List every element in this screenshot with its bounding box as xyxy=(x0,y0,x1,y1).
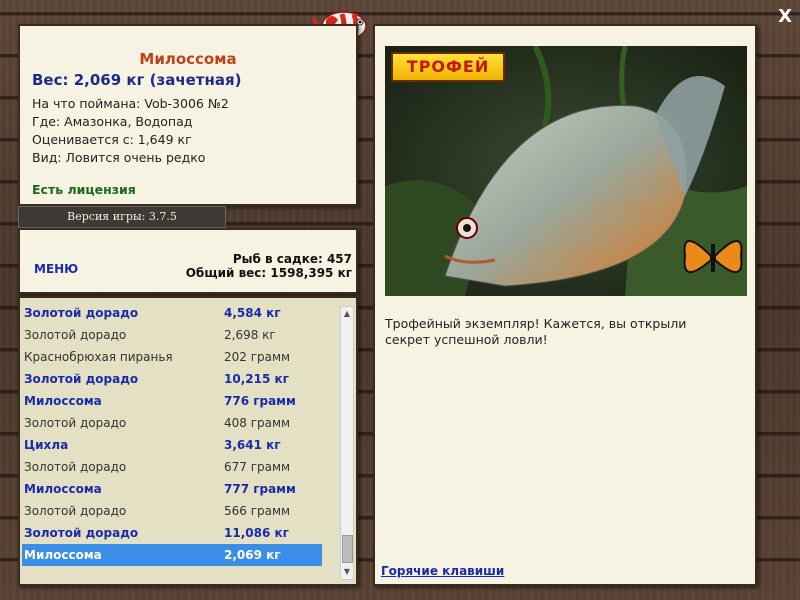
fish-valued-from: Оценивается с: 1,649 кг xyxy=(32,132,192,147)
table-row[interactable]: Золотой дорадо 408 грамм xyxy=(22,412,322,434)
catch-fish-weight: 777 грамм xyxy=(224,482,296,496)
menu-button[interactable]: МЕНЮ xyxy=(34,262,78,276)
catch-fish-name: Милоссома xyxy=(24,482,102,496)
total-weight: Общий вес: 1598,395 кг xyxy=(185,266,352,280)
fish-location: Где: Амазонка, Водопад xyxy=(32,114,193,129)
catch-fish-weight: 408 грамм xyxy=(224,416,291,430)
trophy-badge: ТРОФЕЙ xyxy=(391,52,505,82)
catch-fish-weight: 677 грамм xyxy=(224,460,291,474)
catch-fish-name: Золотой дорадо xyxy=(24,306,139,320)
fish-photo-image xyxy=(385,46,747,296)
catch-fish-weight: 4,584 кг xyxy=(224,306,281,320)
catch-fish-name: Краснобрюхая пиранья xyxy=(24,350,173,364)
close-button[interactable]: X xyxy=(778,6,792,27)
table-row[interactable]: Милоссома 776 грамм xyxy=(22,390,322,412)
fish-rarity: Вид: Ловится очень редко xyxy=(32,150,206,165)
fish-bait: На что поймана: Vob-3006 №2 xyxy=(32,96,229,111)
fish-photo: ТРОФЕЙ xyxy=(385,46,747,296)
table-row[interactable]: Милоссома 777 грамм xyxy=(22,478,322,500)
table-row[interactable]: Золотой дорадо 11,086 кг xyxy=(22,522,322,544)
catch-fish-name: Золотой дорадо xyxy=(24,328,127,342)
table-row[interactable]: Краснобрюхая пиранья 202 грамм xyxy=(22,346,322,368)
table-row[interactable]: Милоссома 2,069 кг xyxy=(22,544,322,566)
table-row[interactable]: Золотой дорадо 2,698 кг xyxy=(22,324,322,346)
catch-fish-name: Золотой дорадо xyxy=(24,504,127,518)
catch-fish-name: Цихла xyxy=(24,438,69,452)
scroll-up-icon[interactable]: ▲ xyxy=(341,307,353,321)
catch-fish-weight: 2,069 кг xyxy=(224,548,281,562)
fish-title: Милоссома xyxy=(139,50,237,68)
catch-fish-name: Милоссома xyxy=(24,394,102,408)
table-row[interactable]: Золотой дорадо 10,215 кг xyxy=(22,368,322,390)
catch-fish-weight: 202 грамм xyxy=(224,350,291,364)
butterfly-icon xyxy=(683,240,743,273)
fish-weight: Вес: 2,069 кг (зачетная) xyxy=(32,71,242,89)
detail-panel: ТРОФЕЙ Трофейный экземпляр! Кажется, вы … xyxy=(373,24,757,586)
scroll-down-icon[interactable]: ▼ xyxy=(341,565,353,579)
game-version: Версия игры: 3.7.5 xyxy=(18,206,226,228)
stats-panel: МЕНЮ Рыб в садке: 457 Общий вес: 1598,39… xyxy=(18,228,358,294)
fish-count: Рыб в садке: 457 xyxy=(232,252,352,266)
table-row[interactable]: Золотой дорадо 4,584 кг xyxy=(22,302,322,324)
catch-fish-name: Золотой дорадо xyxy=(24,526,139,540)
hotkeys-link[interactable]: Горячие клавиши xyxy=(381,564,504,578)
catch-fish-name: Милоссома xyxy=(24,548,102,562)
scroll-thumb[interactable] xyxy=(342,535,353,563)
catch-fish-name: Золотой дорадо xyxy=(24,460,127,474)
catch-fish-weight: 10,215 кг xyxy=(224,372,289,386)
catch-fish-name: Золотой дорадо xyxy=(24,416,127,430)
catch-fish-weight: 3,641 кг xyxy=(224,438,281,452)
table-row[interactable]: Золотой дорадо 677 грамм xyxy=(22,456,322,478)
list-scrollbar[interactable]: ▲ ▼ xyxy=(340,306,354,580)
fish-info-panel: Милоссома Вес: 2,069 кг (зачетная) На чт… xyxy=(18,24,358,206)
catch-fish-name: Золотой дорадо xyxy=(24,372,139,386)
table-row[interactable]: Цихла 3,641 кг xyxy=(22,434,322,456)
detail-message: Трофейный экземпляр! Кажется, вы открыли… xyxy=(385,316,687,347)
license-status: Есть лицензия xyxy=(32,182,136,197)
table-row[interactable]: Золотой дорадо 566 грамм xyxy=(22,500,322,522)
catch-fish-weight: 2,698 кг xyxy=(224,328,276,342)
catch-list[interactable]: Золотой дорадо 4,584 кг Золотой дорадо 2,69… xyxy=(18,296,358,586)
catch-fish-weight: 566 грамм xyxy=(224,504,291,518)
catch-fish-weight: 776 грамм xyxy=(224,394,296,408)
catch-fish-weight: 11,086 кг xyxy=(224,526,289,540)
